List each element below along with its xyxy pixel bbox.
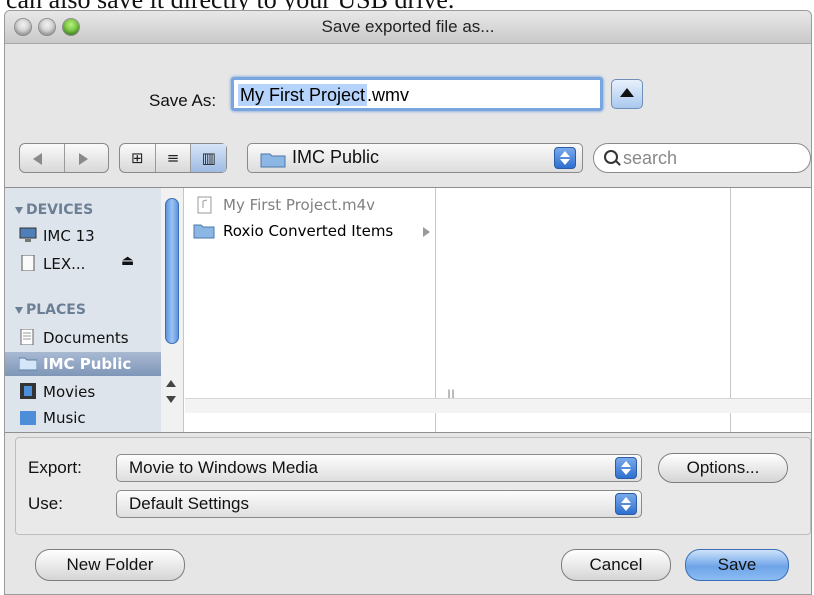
search-placeholder: search xyxy=(623,148,678,168)
places-header: PLACES xyxy=(15,302,86,318)
save-button[interactable]: Save xyxy=(685,549,789,581)
view-mode-control: ⊞ ≡ ▥ xyxy=(119,143,227,173)
filename-selected: My First Project xyxy=(238,84,368,106)
save-as-input[interactable]: My First Project .wmv xyxy=(231,77,603,111)
export-label: Export: xyxy=(28,458,82,477)
location-popup[interactable]: IMC Public xyxy=(247,143,583,173)
options-button[interactable]: Options... xyxy=(658,453,788,483)
expand-collapse-button[interactable] xyxy=(611,79,643,109)
browser-column-3 xyxy=(731,188,811,432)
window-title: Save exported file as... xyxy=(321,17,495,36)
search-icon xyxy=(604,150,618,164)
grid-icon: ⊞ xyxy=(131,149,144,167)
sidebar-item-documents[interactable]: Documents xyxy=(5,326,161,350)
movie-file-icon xyxy=(197,196,212,214)
use-label: Use: xyxy=(28,494,63,513)
column-view-button[interactable]: ▥ xyxy=(191,144,227,172)
popup-arrows-icon xyxy=(615,493,637,515)
film-icon xyxy=(20,383,36,399)
popup-arrows-icon xyxy=(615,457,637,479)
folder-icon xyxy=(260,153,286,168)
save-dialog: Save exported file as... Save As: My Fir… xyxy=(4,10,812,595)
save-as-label: Save As: xyxy=(149,91,217,110)
drive-icon xyxy=(21,255,35,271)
location-label: IMC Public xyxy=(292,147,380,167)
list-icon: ≡ xyxy=(166,149,180,167)
columns-icon: ▥ xyxy=(201,149,216,167)
scroll-down-arrow-icon[interactable] xyxy=(166,396,176,403)
documents-folder-icon xyxy=(20,329,34,345)
back-button[interactable] xyxy=(20,144,65,172)
triangle-up-icon xyxy=(620,88,634,97)
new-folder-button[interactable]: New Folder xyxy=(35,549,185,581)
use-settings-popup[interactable]: Default Settings xyxy=(116,490,642,518)
sidebar-item-imc-13[interactable]: IMC 13 xyxy=(5,224,161,248)
folder-icon xyxy=(193,224,215,239)
music-icon xyxy=(20,411,36,425)
scroll-up-arrow-icon[interactable] xyxy=(166,380,176,387)
browser-column-1: My First Project.m4v Roxio Converted Ite… xyxy=(185,188,436,432)
file-browser: DEVICES IMC 13 LEX... ⏏ PLACES Documents… xyxy=(5,187,811,433)
sidebar-scroll-thumb[interactable] xyxy=(165,198,179,344)
export-format-popup[interactable]: Movie to Windows Media xyxy=(116,454,642,482)
sidebar-item-lex[interactable]: LEX... ⏏ xyxy=(5,252,161,276)
sidebar-item-music[interactable]: Music xyxy=(5,406,161,430)
filename-extension: .wmv xyxy=(367,85,410,105)
devices-header: DEVICES xyxy=(15,202,93,218)
icon-view-button[interactable]: ⊞ xyxy=(120,144,156,172)
sidebar: DEVICES IMC 13 LEX... ⏏ PLACES Documents… xyxy=(5,188,162,432)
cancel-button[interactable]: Cancel xyxy=(561,549,671,581)
export-options-panel: Export: Movie to Windows Media Options..… xyxy=(15,437,811,535)
popup-arrows-icon xyxy=(554,147,576,169)
eject-icon[interactable]: ⏏ xyxy=(121,253,134,269)
list-view-button[interactable]: ≡ xyxy=(156,144,192,172)
forward-button[interactable] xyxy=(65,144,109,172)
search-field[interactable]: search xyxy=(593,143,811,173)
title-bar[interactable]: Save exported file as... xyxy=(5,11,811,44)
back-forward-control xyxy=(19,143,109,173)
horizontal-scrollbar[interactable] xyxy=(185,398,811,413)
sidebar-item-imc-public[interactable]: IMC Public xyxy=(5,352,161,376)
disclosure-arrow-icon xyxy=(423,227,430,237)
browser-column-2 xyxy=(436,188,731,432)
folder-icon xyxy=(19,357,37,371)
computer-icon xyxy=(19,227,37,242)
sidebar-item-movies[interactable]: Movies xyxy=(5,380,161,404)
